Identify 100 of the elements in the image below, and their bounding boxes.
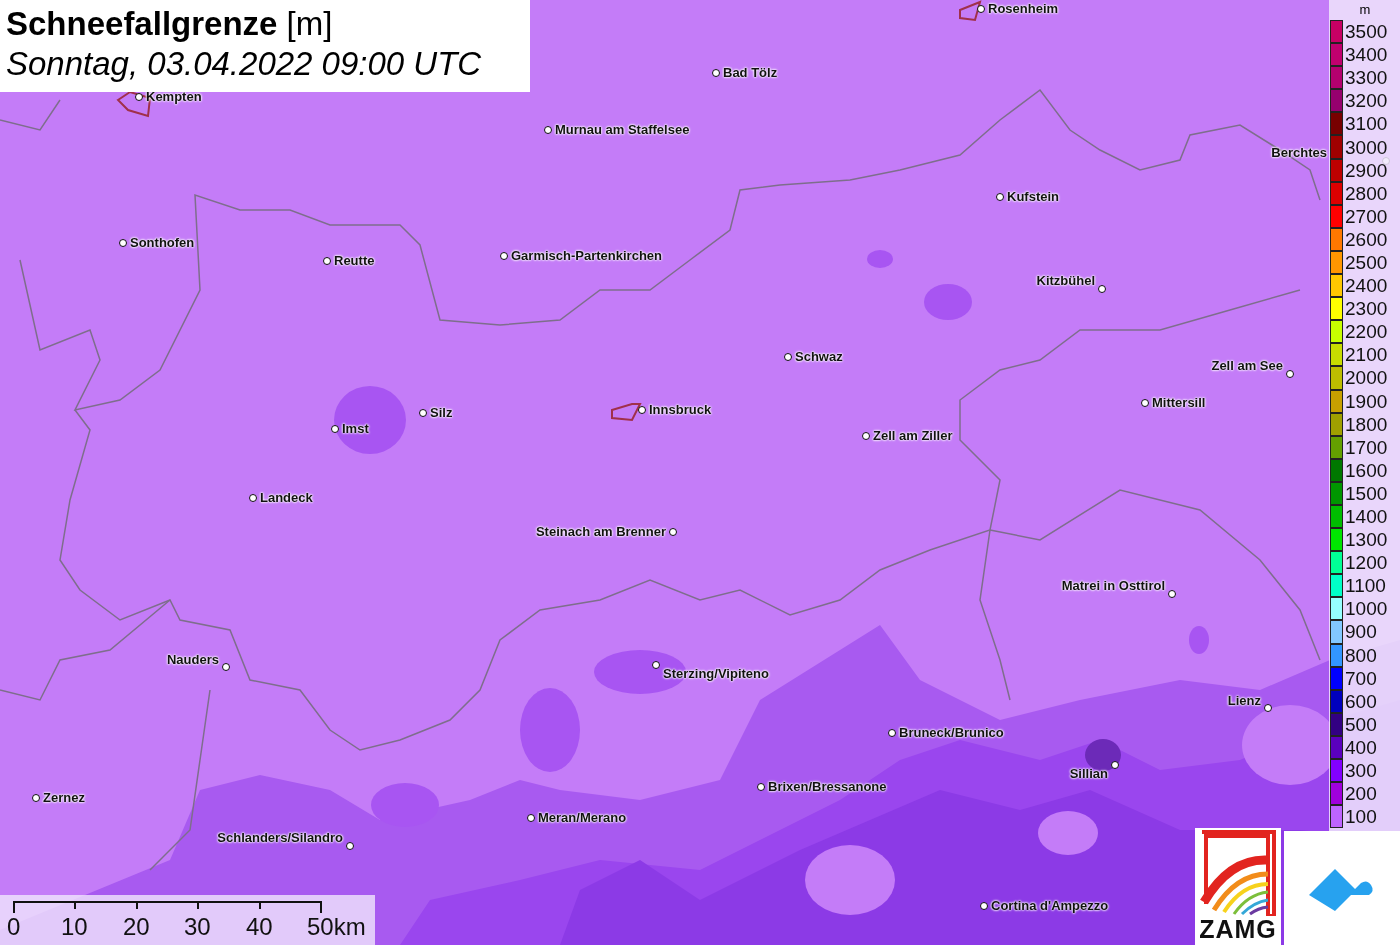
city-marker-icon — [500, 252, 508, 260]
city-label: Zell am Ziller — [873, 428, 953, 444]
city-marker-icon — [996, 193, 1004, 201]
city-marker-icon — [980, 902, 988, 910]
city-marker-icon — [888, 729, 896, 737]
legend-label: 1500 — [1345, 482, 1388, 504]
legend-label: 1400 — [1345, 506, 1388, 527]
city-label: Kufstein — [1007, 189, 1059, 205]
city-marker-icon — [544, 126, 552, 134]
scale-label: 10 — [61, 913, 88, 941]
city-label: Reutte — [334, 253, 375, 269]
legend-label: 400 — [1345, 736, 1377, 758]
city-label: Silz — [430, 405, 453, 421]
city-marker-icon — [1141, 399, 1149, 407]
city-label: Landeck — [260, 490, 313, 506]
legend-label: 2800 — [1345, 182, 1388, 204]
scale-bar-icon — [13, 901, 323, 913]
legend-label: 3400 — [1345, 44, 1388, 66]
city-marker-icon — [323, 257, 331, 265]
city-label: Sillian — [1069, 766, 1108, 782]
scale-label: 20 — [123, 913, 150, 941]
city-label: Mittersill — [1152, 395, 1206, 411]
legend-label: 3500 — [1345, 21, 1388, 43]
city-label: Berchtes — [1271, 145, 1327, 161]
city-label: Rosenheim — [988, 1, 1059, 17]
city-marker-icon — [119, 239, 127, 247]
legend-label: 1600 — [1345, 459, 1388, 481]
city-marker-icon — [527, 814, 535, 822]
city-label: Murnau am Staffelsee — [555, 122, 690, 138]
legend-label: 1300 — [1345, 529, 1388, 551]
city-marker-icon — [669, 528, 677, 536]
legend-label: 2100 — [1345, 344, 1388, 366]
city-label: Zernez — [43, 790, 85, 806]
legend-label: 1100 — [1345, 575, 1386, 597]
city-label: Bad Tölz — [723, 65, 778, 81]
city-label: Sonthofen — [130, 235, 195, 251]
scale-label: 40 — [246, 913, 273, 941]
city-label: Kitzbühel — [1036, 273, 1095, 289]
legend-label: 2900 — [1345, 159, 1388, 181]
legend-label: 1200 — [1345, 552, 1388, 574]
scale-label: 50km — [307, 913, 366, 941]
legend-label: 200 — [1345, 783, 1377, 805]
rainbow-icon — [1200, 830, 1276, 916]
legend-label: 3100 — [1345, 113, 1388, 135]
scale-label: 30 — [184, 913, 211, 941]
city-marker-icon — [757, 783, 765, 791]
city-marker-icon — [135, 93, 143, 101]
legend-label: 2400 — [1345, 275, 1388, 297]
map-title: Schneefallgrenze [m] — [6, 4, 334, 44]
city-marker-icon — [249, 494, 257, 502]
legend-label: 1000 — [1345, 598, 1388, 620]
city-marker-icon — [1098, 285, 1106, 293]
legend-label: 900 — [1345, 621, 1377, 643]
city-label: Imst — [342, 421, 369, 437]
city-label: Sterzing/Vipiteno — [663, 666, 769, 682]
city-label: Kempten — [146, 89, 202, 105]
city-marker-icon — [638, 406, 646, 414]
city-marker-icon — [222, 663, 230, 671]
zamg-logo-text: ZAMG — [1199, 916, 1277, 942]
scale-label: 0 — [7, 913, 21, 941]
city-marker-icon — [784, 353, 792, 361]
legend-label: 2500 — [1345, 252, 1388, 273]
legend-label: 2600 — [1345, 228, 1388, 250]
city-marker-icon — [346, 842, 354, 850]
legend-label: 800 — [1345, 644, 1377, 666]
city-marker-icon — [1111, 761, 1119, 769]
city-label: Meran/Merano — [538, 810, 627, 826]
city-label: Bruneck/Brunico — [899, 725, 1004, 741]
legend-label: 600 — [1345, 690, 1377, 712]
legend-label: 500 — [1345, 713, 1377, 735]
legend-unit: m — [1358, 1, 1372, 19]
city-label: Matrei in Osttirol — [1061, 578, 1165, 594]
legend-label: 1900 — [1345, 390, 1388, 412]
city-label: Brixen/Bressanone — [768, 779, 887, 795]
legend-label: 100 — [1345, 806, 1377, 828]
city-marker-icon — [1168, 590, 1176, 598]
legend-label: 3000 — [1345, 136, 1388, 158]
legend-label: 300 — [1345, 760, 1377, 782]
city-marker-icon — [331, 425, 339, 433]
city-label: Innsbruck — [649, 402, 712, 418]
city-label: Schlanders/Silandro — [217, 830, 343, 846]
city-label: Lienz — [1227, 693, 1261, 709]
legend-label: 3300 — [1345, 67, 1388, 89]
city-label: Nauders — [166, 652, 219, 668]
legend-label: 2000 — [1345, 367, 1388, 389]
legend-label: 2700 — [1345, 205, 1388, 227]
city-marker-icon — [712, 69, 720, 77]
city-marker-icon — [862, 432, 870, 440]
legend-label: 2300 — [1345, 298, 1388, 320]
legend-label: 700 — [1345, 667, 1377, 689]
legend-label: 2200 — [1345, 321, 1388, 343]
city-marker-icon — [652, 661, 660, 669]
city-label: Steinach am Brenner — [535, 524, 666, 540]
legend-label: 1800 — [1345, 413, 1388, 435]
city-label: Garmisch-Partenkirchen — [511, 248, 662, 264]
forecast-datetime: Sonntag, 03.04.2022 09:00 UTC — [6, 44, 483, 84]
city-label: Schwaz — [795, 349, 843, 365]
legend-label: 3200 — [1345, 90, 1388, 112]
city-marker-icon — [32, 794, 40, 802]
city-marker-icon — [1264, 704, 1272, 712]
